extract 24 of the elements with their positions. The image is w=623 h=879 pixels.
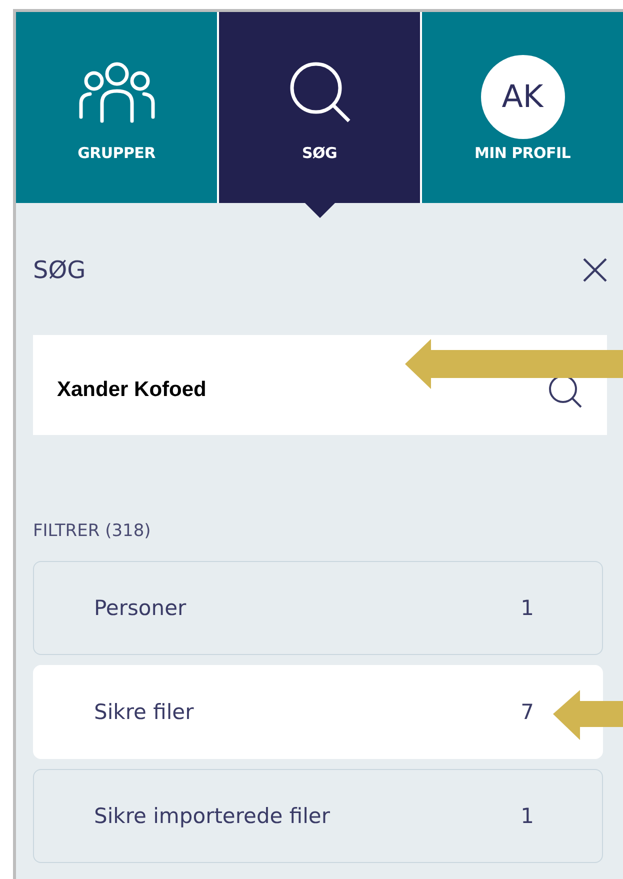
search-query: Xander Kofoed <box>57 378 208 402</box>
result-count: 1 <box>520 596 534 620</box>
nav-tab[interactable]: AK MIN PROFIL <box>422 12 623 203</box>
filter-item[interactable]: Personer 1 <box>33 561 603 655</box>
search-icon <box>288 60 352 124</box>
filter-label: Sikre filer <box>94 700 194 724</box>
filter-item[interactable]: Sikre filer 7 <box>33 665 603 759</box>
filter-label: Personer <box>94 596 186 620</box>
avatar-initials: AK <box>480 55 564 139</box>
filter-label: FILTRER (318) <box>33 521 152 541</box>
close-button[interactable] <box>582 257 608 283</box>
search-field[interactable]: Xander Kofoed <box>33 335 607 435</box>
tab-label: MIN PROFIL <box>474 144 570 162</box>
filter-label: Sikre importerede filer <box>94 804 330 828</box>
nav-tab[interactable]: GRUPPER <box>16 12 217 203</box>
people-icon <box>76 61 156 123</box>
panel-title: SØG <box>33 256 86 284</box>
tab-label: SØG <box>302 144 337 162</box>
result-count: 1 <box>520 804 534 828</box>
annotation-arrow <box>553 690 623 740</box>
result-count: 7 <box>520 700 534 724</box>
filter-item[interactable]: Sikre importerede filer 1 <box>33 769 603 863</box>
tab-label: GRUPPER <box>78 144 156 162</box>
tab-pointer <box>304 202 336 218</box>
